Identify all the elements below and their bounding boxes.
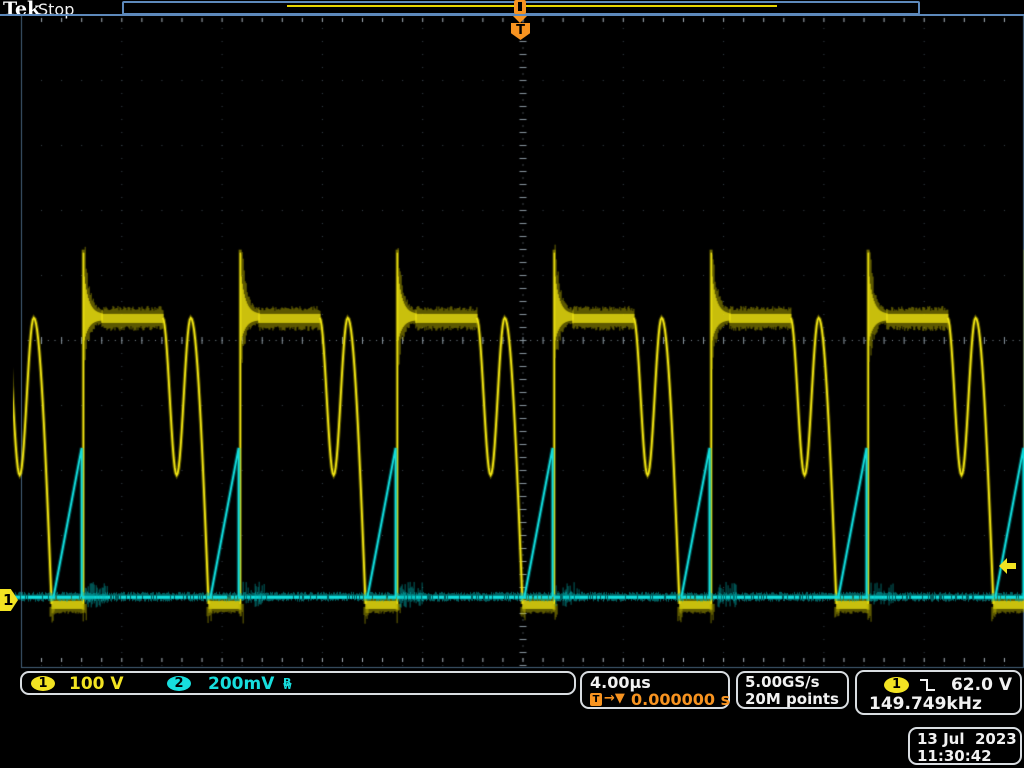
trigger-position-arrow-icon [513,16,527,23]
record-length: 20M points [745,690,839,708]
trigger-source-badge: 1 [884,677,909,693]
time-label: 11:30:42 [917,747,992,765]
ch2-badge[interactable]: 2 [167,676,191,691]
ch1-scale: 100 V [69,674,124,694]
ch1-badge[interactable]: 1 [31,676,55,691]
channel-readout-box[interactable]: 1 100 V 2 200mV BW [20,671,576,695]
trigger-delay-icon: T [590,693,602,706]
trigger-delay-value: 0.000000 s [631,690,730,709]
trigger-level-arrow-icon[interactable] [999,557,1017,575]
acquisition-status: Stop [38,0,74,19]
trigger-frequency: 149.749kHz [869,694,982,714]
trigger-readout-box[interactable]: 1 62.0 V 149.749kHz [855,670,1022,715]
tek-logo: Tek [3,0,40,20]
sample-rate: 5.00GS/s [745,673,820,691]
date-label: 13 Jul 2023 [917,730,1017,748]
record-waveform-line [287,5,777,7]
delay-arrow-icon: →▼ [604,691,625,706]
ch2-scale: 200mV [208,674,274,694]
acquisition-readout-box[interactable]: 5.00GS/s 20M points [736,671,849,709]
top-divider-line [0,14,1024,16]
datetime-box: 13 Jul 2023 11:30:42 [908,727,1022,765]
trigger-level: 62.0 V [951,675,1012,695]
handle-slot [518,2,522,11]
oscilloscope-screen: Tek Stop T 1 1 100 V 2 200mV BW 4.00μs T… [0,0,1024,768]
waveform-display [0,0,1024,768]
falling-edge-icon [919,676,937,694]
horizontal-readout-box[interactable]: 4.00μs T →▼ 0.000000 s [580,671,730,709]
ch2-bandwidth-limit-icon: BW [283,676,292,691]
expansion-point-handle[interactable] [514,0,526,14]
